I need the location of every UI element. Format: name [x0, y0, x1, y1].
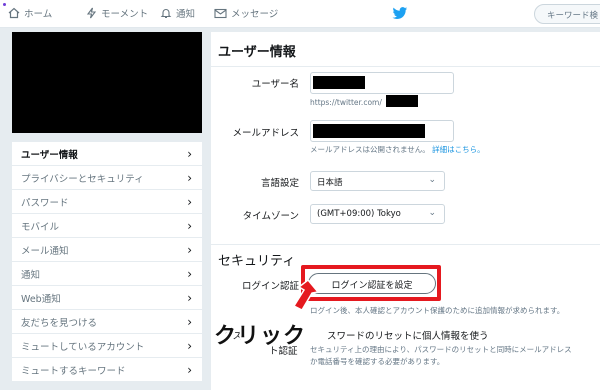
password-reset-note-line1: セキュリティ上の理由により、パスワードのリセットと同時にメールアドレス [310, 345, 572, 354]
sidebar-item-label: Web通知 [21, 293, 61, 305]
nav-messages-label: メッセージ [231, 9, 279, 20]
click-annotation: クリック [214, 324, 307, 349]
settings-sidebar: ユーザー情報 › プライバシーとセキュリティ › パスワード › モバイル › メール通… [12, 142, 202, 382]
sidebar-item-label: パスワード [21, 197, 69, 209]
nav-messages[interactable]: メッセージ [214, 6, 278, 20]
sidebar-item-label: 友だちを見つける [21, 317, 98, 329]
email-label: メールアドレス [232, 128, 299, 139]
sidebar-item-notifications[interactable]: 通知 › [12, 262, 202, 286]
sidebar-item-label: ユーザー情報 [21, 149, 78, 161]
chevron-down-icon: ⌄ [428, 175, 436, 185]
chevron-down-icon: ⌄ [428, 208, 436, 218]
setup-login-verification-button[interactable]: ログイン認証を設定 [308, 273, 436, 294]
sidebar-item-label: ミュートしているアカウント [21, 341, 145, 353]
username-field[interactable] [310, 72, 454, 94]
nav-moments-label: モーメント [101, 9, 149, 20]
home-icon [8, 7, 20, 19]
security-title: セキュリティ [218, 254, 296, 269]
chevron-right-icon: › [187, 314, 192, 329]
divider [211, 244, 600, 245]
redacted-email [313, 124, 425, 138]
twitter-bird-icon[interactable] [392, 7, 408, 20]
password-reset-title: スワードのリセットに個人情報を使う [327, 331, 489, 342]
envelope-icon [214, 8, 227, 18]
redacted-url-handle [386, 95, 418, 107]
sidebar-item-label: 通知 [21, 269, 41, 281]
sidebar-item-email-notifications[interactable]: メール通知 › [12, 238, 202, 262]
email-help-text: メールアドレスは公開されません。 詳細はこちら。 [310, 144, 485, 155]
page-title: ユーザー情報 [218, 45, 296, 60]
password-reset-note-line2: か電話番号を確認する必要があります。 [310, 357, 445, 366]
chevron-right-icon: › [187, 146, 192, 161]
email-help-link[interactable]: 詳細はこちら。 [432, 145, 485, 154]
sidebar-item-password[interactable]: パスワード › [12, 190, 202, 214]
chevron-right-icon: › [187, 290, 192, 305]
red-arrow-icon [292, 278, 320, 311]
sidebar-item-label: プライバシーとセキュリティ [21, 173, 144, 185]
chevron-right-icon: › [187, 338, 192, 353]
login-verification-note: ログイン後、本人確認とアカウント保護のために追加情報が求められます。 [310, 306, 565, 315]
sidebar-item-label: モバイル [21, 221, 60, 233]
username-label: ユーザー名 [251, 79, 299, 90]
email-help: メールアドレスは公開されません。 [310, 145, 430, 154]
sidebar-item-mobile[interactable]: モバイル › [12, 214, 202, 238]
sidebar-item-muted-accounts[interactable]: ミュートしているアカウント › [12, 334, 202, 358]
redacted-username [313, 76, 365, 89]
notification-dot [3, 3, 6, 6]
timezone-select[interactable]: (GMT+09:00) Tokyo ⌄ [310, 204, 445, 224]
email-field[interactable] [310, 120, 454, 142]
profile-card-redacted [12, 32, 202, 133]
sidebar-item-account[interactable]: ユーザー情報 › [12, 142, 202, 166]
divider [211, 66, 600, 67]
timezone-label: タイムゾーン [242, 211, 299, 222]
language-label: 言語設定 [260, 178, 299, 189]
url-prefix: https://twitter.com/ [310, 98, 382, 107]
bell-icon [160, 9, 172, 19]
profile-url: https://twitter.com/ [310, 98, 382, 107]
nav-moments[interactable]: モーメント [86, 6, 148, 20]
timezone-value: (GMT+09:00) Tokyo [317, 209, 401, 219]
sidebar-item-label: メール通知 [21, 245, 69, 257]
chevron-right-icon: › [187, 362, 192, 377]
chevron-right-icon: › [187, 170, 192, 185]
sidebar-item-muted-keywords[interactable]: ミュートするキーワード › [12, 358, 202, 382]
nav-home-label: ホーム [24, 9, 53, 20]
language-select[interactable]: 日本語 ⌄ [310, 171, 445, 191]
nav-notifications-label: 通知 [176, 9, 196, 20]
search-input[interactable]: キーワード検 [534, 4, 600, 24]
language-value: 日本語 [317, 178, 343, 188]
chevron-right-icon: › [187, 218, 192, 233]
sidebar-item-find-friends[interactable]: 友だちを見つける › [12, 310, 202, 334]
top-nav: ホーム モーメント 通知 メッセージ キーワード検 [0, 0, 600, 28]
nav-home[interactable]: ホーム [8, 6, 52, 20]
sidebar-item-label: ミュートするキーワード [21, 365, 126, 377]
sidebar-item-web-notifications[interactable]: Web通知 › [12, 286, 202, 310]
chevron-right-icon: › [187, 266, 192, 281]
sidebar-item-privacy[interactable]: プライバシーとセキュリティ › [12, 166, 202, 190]
chevron-right-icon: › [187, 242, 192, 257]
chevron-right-icon: › [187, 194, 192, 209]
nav-notifications[interactable]: 通知 [160, 6, 195, 20]
lightning-icon [86, 7, 97, 19]
